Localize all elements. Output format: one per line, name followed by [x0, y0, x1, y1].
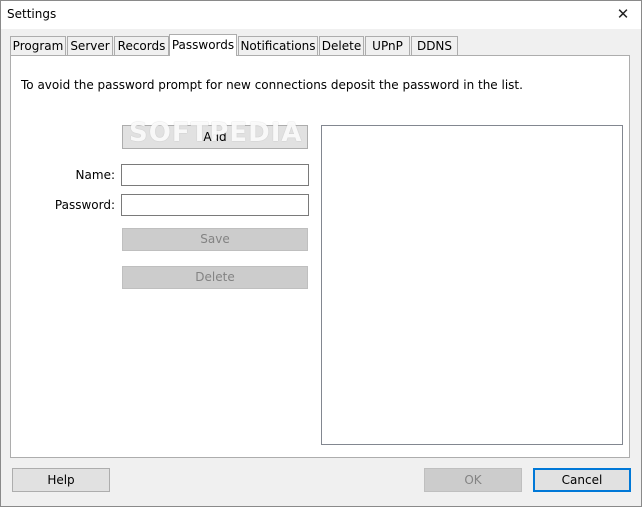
tab-program[interactable]: Program — [10, 36, 66, 55]
tab-notifications[interactable]: Notifications — [238, 36, 318, 55]
window-title: Settings — [7, 7, 57, 21]
name-field[interactable] — [121, 164, 309, 186]
password-field[interactable] — [121, 194, 309, 216]
help-button[interactable]: Help — [12, 468, 110, 492]
tab-ddns[interactable]: DDNS — [411, 36, 458, 55]
settings-window: Settings ✕ Program Server Records Passwo… — [0, 0, 642, 507]
add-button[interactable]: Add — [122, 125, 308, 149]
tab-delete[interactable]: Delete — [319, 36, 364, 55]
tab-upnp[interactable]: UPnP — [365, 36, 410, 55]
tab-records[interactable]: Records — [114, 36, 169, 55]
password-list[interactable] — [321, 125, 623, 445]
password-label: Password: — [54, 198, 115, 212]
name-label: Name: — [75, 168, 115, 182]
title-bar: Settings ✕ — [1, 1, 641, 29]
cancel-button[interactable]: Cancel — [533, 468, 631, 492]
tab-passwords[interactable]: Passwords — [169, 34, 237, 56]
passwords-panel: To avoid the password prompt for new con… — [10, 55, 630, 458]
ok-button[interactable]: OK — [424, 468, 522, 492]
save-button[interactable]: Save — [122, 228, 308, 251]
tab-server[interactable]: Server — [67, 36, 113, 55]
close-icon[interactable]: ✕ — [615, 5, 631, 23]
info-text: To avoid the password prompt for new con… — [21, 78, 523, 92]
delete-password-button[interactable]: Delete — [122, 266, 308, 289]
